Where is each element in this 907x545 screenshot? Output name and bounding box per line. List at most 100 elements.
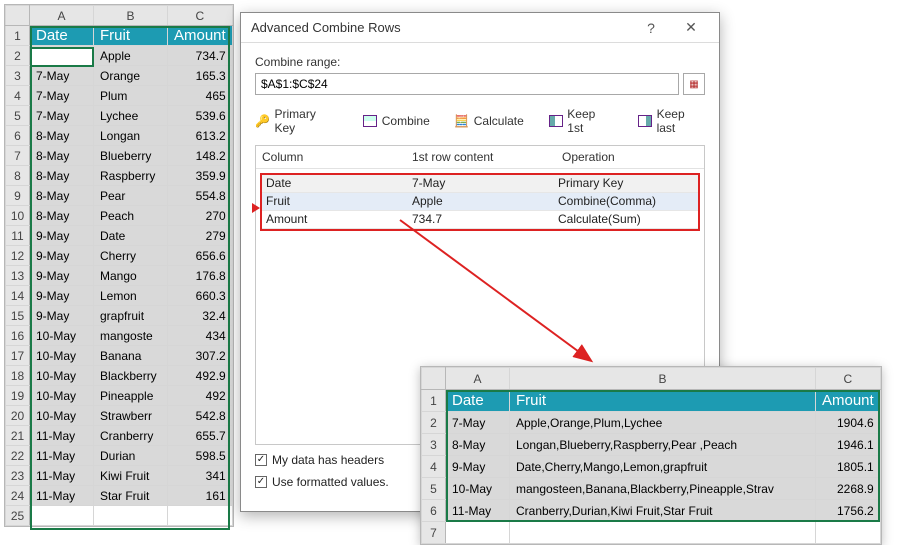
row-header[interactable]: 5 [422, 478, 446, 500]
row-header[interactable]: 10 [6, 206, 30, 226]
keep-last-button[interactable]: Keep last [637, 107, 705, 135]
row-header[interactable]: 2 [6, 46, 30, 66]
cell[interactable]: 9-May [30, 306, 94, 326]
cell[interactable]: 660.3 [168, 286, 233, 306]
row-header[interactable]: 14 [6, 286, 30, 306]
cell[interactable]: 279 [168, 226, 233, 246]
row-header[interactable]: 24 [6, 486, 30, 506]
row-header[interactable]: 16 [6, 326, 30, 346]
row-header[interactable]: 22 [6, 446, 30, 466]
row-header[interactable]: 6 [6, 126, 30, 146]
row-header[interactable]: 23 [6, 466, 30, 486]
cell[interactable]: 8-May [30, 186, 94, 206]
cell[interactable]: 539.6 [168, 106, 233, 126]
select-all-corner[interactable] [422, 368, 446, 390]
col-header-b[interactable]: B [510, 368, 816, 390]
cell[interactable]: 1904.6 [816, 412, 881, 434]
cell[interactable]: 11-May [30, 466, 94, 486]
cell[interactable]: Fruit [94, 26, 168, 46]
cell[interactable]: Apple,Orange,Plum,Lychee [510, 412, 816, 434]
col-header-a[interactable]: A [30, 6, 94, 26]
row-header[interactable]: 11 [6, 226, 30, 246]
cell[interactable]: mangosteen,Banana,Blackberry,Pineapple,S… [510, 478, 816, 500]
cell[interactable]: Amount [168, 26, 233, 46]
cell[interactable]: Pear [94, 186, 168, 206]
grid-row[interactable]: FruitAppleCombine(Comma) [262, 193, 698, 211]
cell[interactable]: 10-May [30, 406, 94, 426]
cell[interactable]: 32.4 [168, 306, 233, 326]
row-header[interactable]: 9 [6, 186, 30, 206]
cell[interactable]: Date [30, 26, 94, 46]
cell[interactable]: 307.2 [168, 346, 233, 366]
cell[interactable]: Lychee [94, 106, 168, 126]
cell[interactable]: 10-May [30, 386, 94, 406]
grid-row[interactable]: Date7-MayPrimary Key [262, 175, 698, 193]
cell[interactable]: grapfruit [94, 306, 168, 326]
row-header[interactable]: 5 [6, 106, 30, 126]
cell[interactable]: 1805.1 [816, 456, 881, 478]
cell[interactable]: Blackberry [94, 366, 168, 386]
cell[interactable]: 655.7 [168, 426, 233, 446]
row-header[interactable]: 13 [6, 266, 30, 286]
cell[interactable]: 542.8 [168, 406, 233, 426]
cell[interactable]: 465 [168, 86, 233, 106]
cell[interactable]: 165.3 [168, 66, 233, 86]
cell[interactable]: Cherry [94, 246, 168, 266]
cell[interactable]: 161 [168, 486, 233, 506]
cell[interactable]: Cranberry,Durian,Kiwi Fruit,Star Fruit [510, 500, 816, 522]
calculate-button[interactable]: Calculate [454, 107, 524, 135]
row-header[interactable]: 1 [422, 390, 446, 412]
cell[interactable]: 434 [168, 326, 233, 346]
cell[interactable]: Star Fruit [94, 486, 168, 506]
cell[interactable]: Apple [94, 46, 168, 66]
help-button[interactable]: ? [631, 20, 671, 36]
cell[interactable]: 598.5 [168, 446, 233, 466]
result-spreadsheet[interactable]: A B C 1 Date Fruit Amount 27-MayApple,Or… [421, 367, 881, 544]
cell[interactable]: 8-May [30, 206, 94, 226]
cell[interactable]: 7-May [30, 46, 94, 66]
cell[interactable]: Strawberr [94, 406, 168, 426]
cell[interactable]: 734.7 [168, 46, 233, 66]
grid-row[interactable]: Amount734.7Calculate(Sum) [262, 211, 698, 229]
row-header[interactable]: 15 [6, 306, 30, 326]
combine-range-input[interactable] [255, 73, 679, 95]
cell[interactable]: Longan [94, 126, 168, 146]
combine-button[interactable]: Combine [362, 107, 430, 135]
cell[interactable]: 1946.1 [816, 434, 881, 456]
cell[interactable]: Amount [816, 390, 881, 412]
main-spreadsheet[interactable]: A B C 1 Date Fruit Amount 27-MayApple734… [5, 5, 233, 526]
cell[interactable]: 7-May [30, 66, 94, 86]
cell[interactable]: 8-May [30, 126, 94, 146]
row-header[interactable]: 12 [6, 246, 30, 266]
cell[interactable]: 613.2 [168, 126, 233, 146]
cell[interactable]: 8-May [30, 146, 94, 166]
cell[interactable]: 2268.9 [816, 478, 881, 500]
cell[interactable]: 9-May [30, 286, 94, 306]
cell[interactable]: Cranberry [94, 426, 168, 446]
cell[interactable]: Blueberry [94, 146, 168, 166]
col-header-c[interactable]: C [816, 368, 881, 390]
cell[interactable]: Banana [94, 346, 168, 366]
select-all-corner[interactable] [6, 6, 30, 26]
cell[interactable]: 10-May [446, 478, 510, 500]
row-header[interactable]: 3 [422, 434, 446, 456]
row-header[interactable]: 18 [6, 366, 30, 386]
cell[interactable]: 7-May [446, 412, 510, 434]
primary-key-button[interactable]: Primary Key [255, 107, 338, 135]
cell[interactable]: 11-May [30, 486, 94, 506]
row-header[interactable]: 4 [422, 456, 446, 478]
col-header-b[interactable]: B [94, 6, 168, 26]
cell[interactable]: 10-May [30, 366, 94, 386]
cell[interactable]: 341 [168, 466, 233, 486]
cell[interactable]: 9-May [446, 456, 510, 478]
cell[interactable]: 11-May [446, 500, 510, 522]
cell[interactable]: 11-May [30, 446, 94, 466]
cell[interactable]: Kiwi Fruit [94, 466, 168, 486]
row-header[interactable]: 21 [6, 426, 30, 446]
cell[interactable]: 554.8 [168, 186, 233, 206]
cell[interactable]: 8-May [30, 166, 94, 186]
row-header[interactable]: 3 [6, 66, 30, 86]
row-header[interactable]: 19 [6, 386, 30, 406]
cell[interactable]: mangoste [94, 326, 168, 346]
cell[interactable]: Longan,Blueberry,Raspberry,Pear ,Peach [510, 434, 816, 456]
